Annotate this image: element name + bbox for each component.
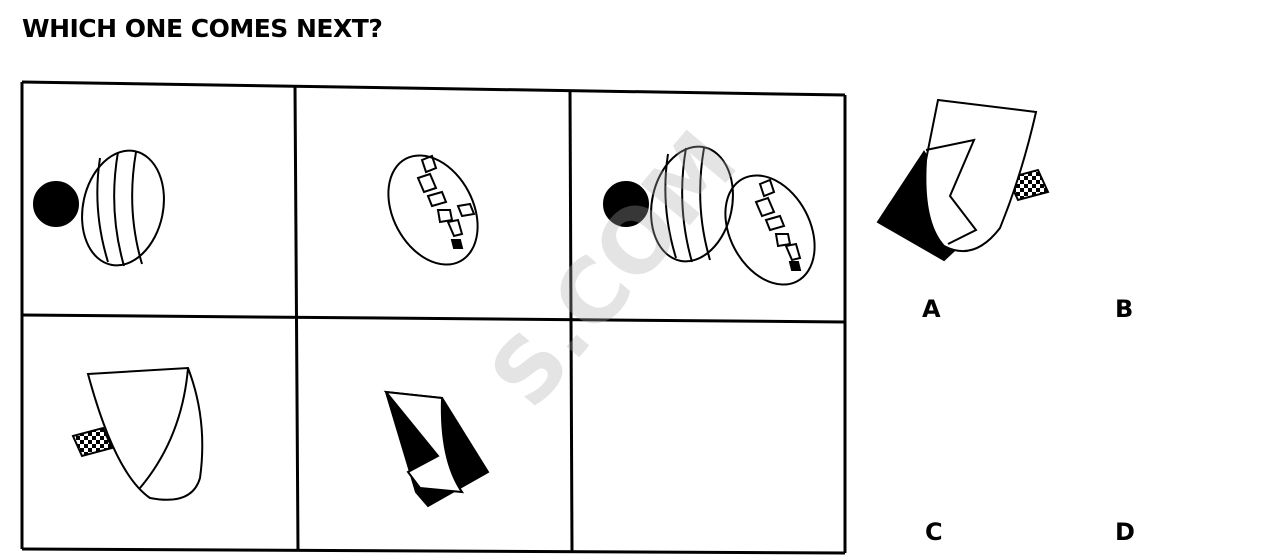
option-d-label[interactable]: D xyxy=(1115,518,1135,546)
option-a-figure[interactable] xyxy=(876,98,1050,262)
option-a-label[interactable]: A xyxy=(922,295,941,323)
cell-1-2-figure xyxy=(387,154,479,266)
option-c-label[interactable]: C xyxy=(925,518,943,546)
cell-2-1-figure xyxy=(71,366,204,501)
cell-2-2-figure xyxy=(383,390,490,508)
option-b-label[interactable]: B xyxy=(1115,295,1133,323)
cell-1-1-figure xyxy=(33,149,165,267)
cell-1-3-figure xyxy=(603,145,816,286)
puzzle-canvas xyxy=(20,80,1050,555)
